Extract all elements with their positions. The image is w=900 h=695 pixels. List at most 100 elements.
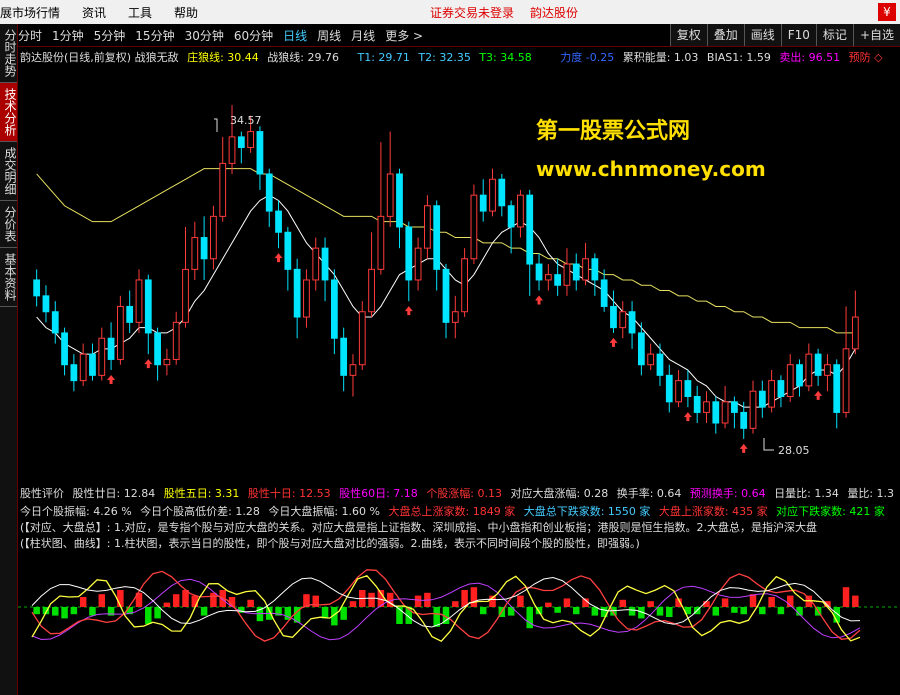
low-price-pointer bbox=[763, 438, 774, 451]
period-30min[interactable]: 30分钟 bbox=[185, 27, 224, 44]
period-daily[interactable]: 日线 bbox=[283, 27, 307, 44]
buy-arrow-icon bbox=[144, 359, 153, 369]
index-down-count: 大盘总下跌家数: 1550 家 bbox=[523, 505, 651, 518]
candle-down bbox=[293, 268, 301, 318]
candle-up bbox=[619, 311, 627, 329]
histogram-bar-up bbox=[749, 594, 757, 607]
menu-right: 证券交易未登录 韵达股份 ¥ bbox=[430, 0, 900, 24]
candle-up bbox=[377, 215, 385, 270]
candle-down bbox=[154, 332, 161, 366]
add-watchlist-button[interactable]: +自选 bbox=[852, 24, 900, 46]
stock-amplitude: 今日个股振幅: 4.26 % bbox=[20, 505, 132, 518]
period-60min[interactable]: 60分钟 bbox=[234, 27, 273, 44]
high-price-label: 34.57 bbox=[230, 114, 262, 127]
daily-volume-ratio: 日量比: 1.34 bbox=[774, 487, 839, 500]
tab-trades[interactable]: 成交明细 bbox=[0, 142, 17, 201]
candle-up bbox=[647, 353, 655, 366]
histogram-bar-down bbox=[33, 607, 40, 615]
period-15min[interactable]: 15分钟 bbox=[135, 27, 174, 44]
character-5d: 股性五日: 3.31 bbox=[163, 487, 240, 500]
sub-info-line-4: (【柱状图、曲线】: 1.柱状图，表示当日的股性，即个股与对应大盘对比的强弱。2… bbox=[20, 535, 645, 551]
histogram-bar-up bbox=[452, 601, 459, 607]
candle-up bbox=[98, 337, 106, 376]
histogram-bar-down bbox=[526, 607, 533, 629]
menu-help[interactable]: 帮助 bbox=[174, 4, 198, 21]
tab-basic-info[interactable]: 基本资料 bbox=[0, 248, 17, 307]
histogram-bar-up bbox=[172, 594, 180, 607]
stock-character-label: 股性评价 bbox=[20, 487, 64, 500]
histogram-bar-down bbox=[731, 607, 738, 613]
tab-timeshare[interactable]: 分时走势 bbox=[0, 24, 17, 83]
draw-button[interactable]: 画线 bbox=[743, 24, 781, 46]
sub-info-line-3: (【对应、大盘总】: 1.对应，是专指个股与对应大盘的关系。对应大盘是指上证指数… bbox=[20, 519, 898, 535]
histogram-bar-down bbox=[321, 607, 329, 619]
candle-up bbox=[349, 364, 357, 376]
histogram-bar-up bbox=[517, 595, 524, 607]
mark-button[interactable]: 标记 bbox=[815, 24, 853, 46]
histogram-bar-up bbox=[768, 597, 775, 607]
candlestick-chart[interactable]: 34.57 28.05 第一股票公式网 www.chnmoney.com bbox=[18, 62, 900, 480]
overlay-button[interactable]: 叠加 bbox=[706, 24, 744, 46]
tab-price-table[interactable]: 分价表 bbox=[0, 201, 17, 248]
candle-down bbox=[731, 401, 738, 413]
candle-up bbox=[135, 279, 143, 323]
candle-down bbox=[284, 231, 292, 270]
candle-down bbox=[442, 268, 450, 323]
menu-tools[interactable]: 工具 bbox=[128, 4, 152, 21]
histogram-bar-up bbox=[721, 598, 729, 607]
candle-up bbox=[489, 178, 496, 212]
sector-down-count: 对应下跌家数: 421 家 bbox=[776, 505, 885, 518]
adjust-button[interactable]: 复权 bbox=[669, 24, 707, 46]
histogram-bar-up bbox=[247, 599, 254, 607]
period-weekly[interactable]: 周线 bbox=[317, 27, 341, 44]
period-monthly[interactable]: 月线 bbox=[351, 27, 375, 44]
histogram-bar-up bbox=[79, 597, 87, 607]
candle-down bbox=[796, 364, 803, 387]
index-amplitude: 今日大盘振幅: 1.60 % bbox=[268, 505, 381, 518]
candle-up bbox=[786, 364, 794, 398]
f10-button[interactable]: F10 bbox=[780, 24, 816, 46]
period-5min[interactable]: 5分钟 bbox=[94, 27, 126, 44]
tab-technical[interactable]: 技术分析 bbox=[0, 83, 17, 142]
stock-change: 个股涨幅: 0.13 bbox=[426, 487, 503, 500]
candle-down bbox=[572, 263, 580, 281]
menu-bar: 展市场行情 资讯 工具 帮助 证券交易未登录 韵达股份 ¥ bbox=[0, 0, 900, 24]
candle-up bbox=[582, 258, 589, 281]
turnover-rate: 换手率: 0.64 bbox=[616, 487, 682, 500]
explanation-histogram: (【柱状图、曲线】: 1.柱状图，表示当日的股性，即个股与对应大盘对比的强弱。2… bbox=[20, 537, 640, 550]
histogram-bar-down bbox=[340, 607, 347, 620]
histogram-bar-up bbox=[563, 598, 571, 607]
candle-up bbox=[451, 311, 459, 323]
stock-character-chart[interactable] bbox=[18, 550, 900, 695]
volume-ratio: 量比: 1.3 bbox=[847, 487, 895, 500]
watermark-title: 第一股票公式网 bbox=[536, 118, 690, 144]
candle-up bbox=[414, 247, 422, 281]
histogram-bar-up bbox=[842, 587, 850, 607]
candle-up bbox=[563, 263, 571, 286]
histogram-bar-down bbox=[554, 607, 561, 613]
period-1min[interactable]: 1分钟 bbox=[52, 27, 84, 44]
menu-news[interactable]: 资讯 bbox=[82, 4, 106, 21]
candle-down bbox=[600, 279, 608, 307]
candle-down bbox=[591, 258, 599, 281]
candle-up bbox=[303, 279, 310, 318]
candle-down bbox=[144, 279, 152, 334]
candle-up bbox=[703, 401, 710, 413]
histogram-bar-up bbox=[647, 601, 654, 607]
period-timeshare[interactable]: 分时 bbox=[18, 27, 42, 44]
candle-down bbox=[433, 205, 441, 270]
candle-down bbox=[51, 311, 59, 334]
index-up-count: 大盘总上涨家数: 1849 家 bbox=[388, 505, 516, 518]
candle-up bbox=[228, 136, 236, 164]
histogram-bar-up bbox=[414, 595, 422, 607]
candle-down bbox=[740, 411, 748, 429]
login-status[interactable]: 证券交易未登录 bbox=[430, 4, 514, 21]
candle-down bbox=[107, 337, 115, 360]
buy-arrow-icon bbox=[404, 306, 413, 316]
sub-info-line-2: 今日个股振幅: 4.26 % 今日个股高低价差: 1.28 今日大盘振幅: 1.… bbox=[20, 503, 890, 519]
app-logo-icon[interactable]: ¥ bbox=[878, 3, 896, 21]
sub-info-line-1: 股性评价 股性廿日: 12.84 股性五日: 3.31 股性十日: 12.53 … bbox=[20, 485, 899, 501]
menu-market[interactable]: 展市场行情 bbox=[0, 4, 60, 21]
candle-up bbox=[191, 237, 199, 270]
period-more[interactable]: 更多 > bbox=[385, 27, 423, 44]
